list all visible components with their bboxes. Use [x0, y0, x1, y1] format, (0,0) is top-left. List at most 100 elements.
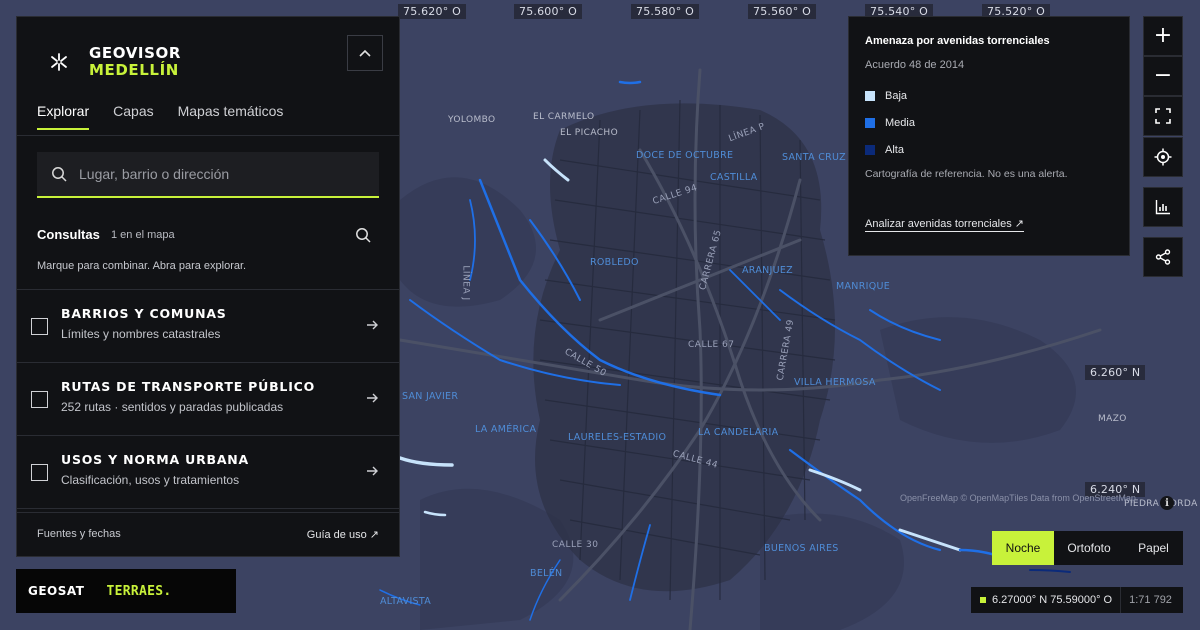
coord-label-top: 75.600° O	[514, 4, 582, 19]
zoom-in-button[interactable]: +	[1143, 16, 1183, 56]
search-box[interactable]	[37, 152, 379, 198]
basemap-ortofoto[interactable]: Ortofoto	[1054, 531, 1124, 565]
arrow-right-icon[interactable]	[366, 465, 379, 477]
legend-subtitle: Acuerdo 48 de 2014	[865, 59, 965, 71]
legend-item-baja: Baja	[865, 90, 907, 102]
readout-divider	[1120, 587, 1122, 613]
consultas-hint: Marque para combinar. Abra para explorar…	[37, 260, 247, 272]
fullscreen-icon	[1155, 108, 1171, 124]
neighborhood-label: VILLA HERMOSA	[794, 377, 876, 388]
place-label: YOLOMBO	[448, 115, 496, 125]
legend-panel: Amenaza por avenidas torrenciales Acuerd…	[848, 16, 1130, 256]
neighborhood-label: LAURELES-ESTADIO	[568, 432, 667, 443]
consultas-title: Consultas	[37, 227, 100, 242]
legend-swatch	[865, 118, 875, 128]
plus-icon: +	[1153, 23, 1173, 48]
search-icon[interactable]	[355, 227, 371, 243]
street-label: CALLE 30	[552, 540, 599, 550]
layer-subtitle: Límites y nombres catastrales	[61, 327, 221, 341]
layer-title: BARRIOS Y COMUNAS	[61, 306, 227, 321]
terraes-logo: TERRAES.	[106, 583, 172, 599]
tab-mapas-tematicos[interactable]: Mapas temáticos	[178, 103, 284, 130]
panel-footer: Fuentes y fechas Guía de uso ↗	[17, 512, 399, 556]
map-attribution[interactable]: OpenFreeMap © OpenMapTiles Data from Ope…	[900, 493, 1136, 503]
legend-item-media: Media	[865, 117, 915, 129]
brand: GEOVISOR MEDELLÍN	[47, 45, 181, 79]
sources-link[interactable]: Fuentes y fechas	[37, 528, 121, 540]
guide-link[interactable]: Guía de uso ↗	[307, 528, 379, 541]
neighborhood-label: MANRIQUE	[836, 281, 891, 292]
place-label: EL CARMELO	[533, 112, 595, 122]
neighborhood-label: LA AMÉRICA	[475, 424, 537, 435]
street-label: LÍNEA J	[460, 265, 471, 301]
partner-logos: GEOSAT TERRAES.	[16, 569, 236, 613]
neighborhood-label: SANTA CRUZ	[782, 152, 846, 163]
geosat-logo: GEOSAT	[28, 584, 85, 598]
analyze-link[interactable]: Analizar avenidas torrenciales ↗	[865, 217, 1025, 232]
layer-subtitle: 252 rutas · sentidos y paradas publicada…	[61, 400, 284, 414]
neighborhood-label: ROBLEDO	[590, 257, 639, 268]
layer-item-rutas[interactable]: RUTAS DE TRANSPORTE PÚBLICO 252 rutas · …	[17, 363, 399, 436]
share-icon	[1155, 249, 1171, 265]
consultas-count: 1 en el mapa	[111, 229, 175, 241]
layer-title: USOS Y NORMA URBANA	[61, 452, 250, 467]
layer-checkbox[interactable]	[31, 318, 48, 335]
street-label: CALLE 67	[688, 340, 735, 350]
search-input[interactable]	[79, 166, 349, 182]
layer-list: BARRIOS Y COMUNAS Límites y nombres cata…	[17, 289, 399, 509]
place-label: EL PICACHO	[560, 128, 619, 138]
layer-checkbox[interactable]	[31, 391, 48, 408]
neighborhood-label: CASTILLA	[710, 172, 758, 183]
locate-button[interactable]	[1143, 137, 1183, 177]
layer-item-barrios[interactable]: BARRIOS Y COMUNAS Límites y nombres cata…	[17, 290, 399, 363]
legend-item-alta: Alta	[865, 144, 904, 156]
tab-capas[interactable]: Capas	[113, 103, 153, 130]
locate-icon	[1154, 148, 1172, 166]
share-button[interactable]	[1143, 237, 1183, 277]
coord-label-top: 75.580° O	[631, 4, 699, 19]
fullscreen-button[interactable]	[1143, 96, 1183, 136]
basemap-noche[interactable]: Noche	[992, 531, 1054, 565]
search-icon	[52, 167, 67, 182]
status-dot	[980, 597, 986, 603]
layer-checkbox[interactable]	[31, 464, 48, 481]
arrow-right-icon[interactable]	[366, 392, 379, 404]
legend-label: Media	[885, 117, 915, 129]
neighborhood-label: BUENOS AIRES	[764, 543, 839, 554]
brand-line2: MEDELLÍN	[89, 61, 179, 79]
layer-title: RUTAS DE TRANSPORTE PÚBLICO	[61, 379, 316, 394]
coordinate-readout: 6.27000° N 75.59000° O 1:71 792	[971, 587, 1183, 613]
minus-icon: −	[1153, 63, 1173, 88]
tab-explorar[interactable]: Explorar	[37, 103, 90, 130]
basemap-switch: Noche Ortofoto Papel	[992, 531, 1183, 565]
collapse-panel-button[interactable]	[347, 35, 383, 71]
arrow-right-icon[interactable]	[366, 319, 379, 331]
panel-tabs: Explorar Capas Mapas temáticos	[37, 103, 307, 130]
brand-line1: GEOVISOR	[89, 44, 182, 62]
cursor-coordinates: 6.27000° N 75.59000° O	[992, 594, 1113, 606]
layer-subtitle: Clasificación, usos y tratamientos	[61, 473, 240, 487]
legend-note: Cartografía de referencia. No es una ale…	[865, 168, 1068, 180]
legend-label: Alta	[885, 144, 904, 156]
basemap-papel[interactable]: Papel	[1124, 531, 1183, 565]
map-scale: 1:71 792	[1129, 594, 1172, 606]
neighborhood-label: ALTAVISTA	[380, 596, 432, 607]
legend-label: Baja	[885, 90, 908, 102]
chevron-up-icon	[359, 49, 371, 57]
layer-item-usos[interactable]: USOS Y NORMA URBANA Clasificación, usos …	[17, 436, 399, 509]
chart-button[interactable]	[1143, 187, 1183, 227]
neighborhood-label: LA CANDELARIA	[698, 427, 779, 438]
legend-swatch	[865, 91, 875, 101]
chart-icon	[1155, 200, 1170, 215]
coord-label-top: 75.560° O	[748, 4, 816, 19]
place-label: MAZO	[1098, 414, 1127, 424]
info-icon[interactable]: i	[1160, 496, 1174, 510]
tabs-divider	[17, 135, 399, 136]
neighborhood-label: SAN JAVIER	[402, 391, 459, 402]
legend-title: Amenaza por avenidas torrenciales	[865, 35, 1050, 47]
zoom-out-button[interactable]: −	[1143, 56, 1183, 96]
neighborhood-label: DOCE DE OCTUBRE	[636, 150, 734, 161]
coord-label-right: 6.260° N	[1085, 365, 1146, 380]
neighborhood-label: BELÉN	[530, 568, 563, 579]
legend-swatch	[865, 145, 875, 155]
